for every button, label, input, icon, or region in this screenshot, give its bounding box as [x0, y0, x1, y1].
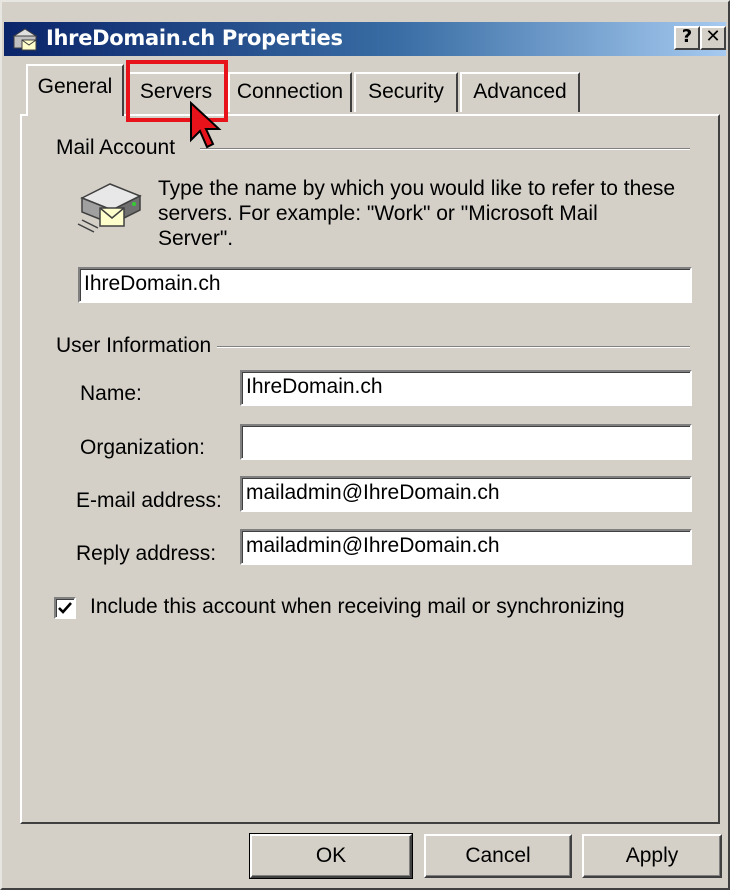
- window-title: IhreDomain.ch Properties: [46, 26, 343, 50]
- mouse-cursor-icon: [190, 100, 222, 149]
- tab-general[interactable]: General: [26, 64, 124, 116]
- reply-address-input[interactable]: mailadmin@IhreDomain.ch: [240, 529, 692, 565]
- include-account-label[interactable]: Include this account when receiving mail…: [90, 595, 625, 619]
- name-label: Name:: [80, 382, 142, 405]
- hint-line-3: Server".: [158, 227, 234, 250]
- close-button[interactable]: ✕: [700, 26, 726, 50]
- ok-button[interactable]: OK: [249, 833, 413, 879]
- user-info-group-line: [216, 346, 690, 348]
- reply-address-label: Reply address:: [76, 542, 217, 565]
- name-input[interactable]: IhreDomain.ch: [240, 370, 692, 406]
- account-name-input[interactable]: IhreDomain.ch: [78, 267, 692, 303]
- email-label: E-mail address:: [76, 489, 222, 512]
- organization-input[interactable]: [240, 424, 692, 460]
- user-info-group-label: User Information: [56, 334, 218, 358]
- organization-label: Organization:: [80, 436, 205, 459]
- include-account-checkbox[interactable]: [54, 597, 76, 619]
- tab-connection[interactable]: Connection: [228, 72, 352, 112]
- hint-line-2: servers. For example: "Work" or "Microso…: [158, 202, 598, 225]
- hint-line-1: Type the name by which you would like to…: [158, 177, 676, 200]
- mail-account-hint: Type the name by which you would like to…: [158, 176, 698, 251]
- help-button[interactable]: ?: [674, 26, 700, 50]
- checkmark-icon: [58, 602, 72, 614]
- mail-account-group-line: [200, 148, 690, 150]
- mail-account-icon: [12, 28, 38, 51]
- email-input[interactable]: mailadmin@IhreDomain.ch: [240, 476, 692, 512]
- mail-account-group-label: Mail Account: [56, 136, 182, 160]
- mail-server-icon: [77, 183, 142, 233]
- title-bar[interactable]: IhreDomain.ch Properties ? ✕: [4, 22, 726, 56]
- tab-security[interactable]: Security: [354, 72, 458, 112]
- tab-advanced[interactable]: Advanced: [460, 72, 580, 112]
- cancel-button[interactable]: Cancel: [424, 834, 572, 878]
- apply-button[interactable]: Apply: [582, 834, 722, 878]
